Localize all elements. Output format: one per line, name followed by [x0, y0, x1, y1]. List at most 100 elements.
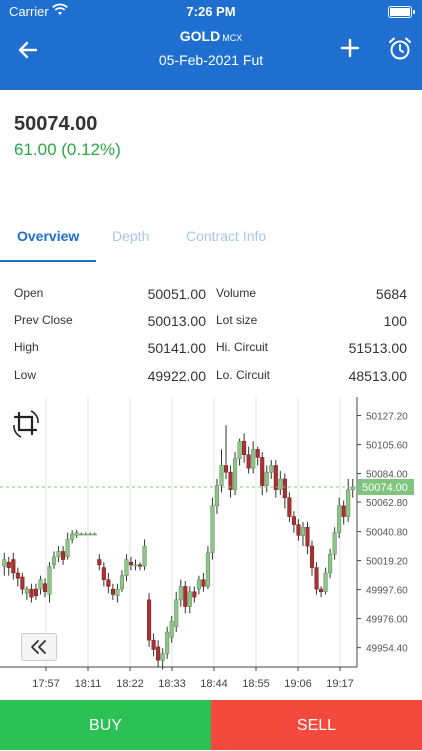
stat-value: 48513.00	[348, 368, 407, 384]
status-bar: Carrier 7:26 PM	[0, 0, 422, 24]
tab-contract-info[interactable]: Contract Info	[186, 228, 266, 244]
tab-overview[interactable]: Overview	[17, 228, 79, 244]
tab-depth[interactable]: Depth	[112, 228, 149, 244]
last-price-label: 50074.00	[362, 482, 408, 494]
y-tick-label: 49976.00	[366, 615, 408, 626]
candle-body	[51, 556, 57, 566]
stat-label: Lo. Circuit	[216, 368, 271, 382]
sell-button[interactable]: SELL	[211, 700, 422, 750]
candle-body	[269, 465, 274, 473]
candle-body	[15, 572, 20, 579]
stat-value: 50051.00	[147, 286, 206, 302]
y-tick-label: 50127.20	[366, 412, 408, 423]
candle-body	[210, 505, 215, 554]
y-tick-label: 49954.40	[366, 644, 408, 655]
crop-rotate-icon[interactable]	[10, 408, 42, 440]
candle-body	[65, 539, 70, 558]
app-header: Carrier 7:26 PM GOLD MCX 05-Feb-2021 Fut	[0, 0, 422, 90]
candle-body	[309, 545, 315, 568]
stats-row: Low 49922.00 Lo. Circuit 48513.00	[0, 362, 422, 390]
stat-label: Lot size	[216, 313, 258, 327]
candle-body	[137, 564, 143, 567]
candle-body	[260, 457, 265, 486]
x-tick-label: 18:33	[158, 678, 186, 690]
battery-icon	[388, 6, 415, 18]
stat-label: Volume	[216, 286, 257, 300]
candle-body	[287, 497, 292, 517]
status-time: 7:26 PM	[186, 4, 236, 19]
candle-body	[255, 449, 260, 458]
x-tick-label: 19:17	[326, 678, 354, 690]
candle-body	[119, 575, 124, 590]
y-tick-label: 50062.80	[366, 498, 408, 509]
candle-body	[29, 588, 34, 598]
candle-body	[251, 449, 256, 469]
exchange-name: MCX	[222, 33, 243, 43]
candle-body	[61, 551, 66, 560]
candle-body	[156, 646, 161, 661]
candle-body	[328, 553, 333, 574]
add-icon[interactable]	[338, 36, 362, 60]
candle-body	[296, 524, 301, 536]
stat-value: 49922.00	[147, 368, 206, 384]
x-tick-label: 18:44	[200, 678, 228, 690]
candle-body	[223, 465, 229, 473]
x-tick-label: 18:11	[75, 678, 102, 690]
candle-body	[201, 579, 206, 587]
candle-body	[187, 591, 192, 607]
candle-body	[314, 567, 319, 590]
candle-body	[2, 559, 7, 567]
candle-body	[264, 471, 269, 486]
candle-body	[74, 532, 79, 536]
candle-body	[42, 583, 48, 593]
candle-body	[11, 559, 16, 574]
candle-body	[124, 559, 129, 576]
candle-body	[56, 551, 61, 558]
candle-body	[174, 599, 179, 627]
candle-body	[219, 465, 224, 486]
stats-row: Open 50051.00 Volume 5684	[0, 280, 422, 308]
candle-body	[192, 591, 197, 598]
candle-body	[291, 516, 296, 525]
candle-body	[33, 588, 38, 597]
tab-bar: Overview Depth Contract Info	[0, 228, 422, 262]
candle-body	[237, 441, 242, 460]
candle-body	[101, 567, 106, 580]
candle-body	[47, 565, 52, 595]
candle-body	[110, 588, 115, 595]
candle-body	[305, 527, 310, 547]
candle-body	[196, 579, 201, 590]
candle-body	[20, 576, 25, 590]
y-tick-label: 50019.20	[366, 557, 408, 568]
candle-body	[323, 572, 328, 593]
candle-body	[337, 505, 342, 533]
y-tick-label: 49997.60	[366, 586, 408, 597]
candle-body	[205, 552, 210, 587]
stat-label: Hi. Circuit	[216, 340, 269, 354]
collapse-chart-button[interactable]	[21, 633, 57, 661]
stat-value: 100	[383, 313, 407, 329]
candle-body	[133, 564, 138, 567]
symbol-name: GOLD	[179, 28, 221, 44]
candle-body	[332, 532, 337, 555]
last-price: 50074.00	[14, 113, 98, 135]
alarm-clock-icon[interactable]	[387, 36, 413, 62]
candle-body	[160, 653, 165, 661]
buy-label: BUY	[89, 717, 122, 734]
stat-value: 50013.00	[147, 313, 206, 329]
candle-body	[70, 533, 75, 540]
candle-body	[115, 588, 120, 597]
candle-body	[169, 621, 174, 638]
buy-button[interactable]: BUY	[0, 700, 211, 750]
candle-body	[83, 533, 88, 536]
y-tick-label: 50105.60	[366, 441, 408, 452]
candle-body	[97, 559, 102, 566]
candle-body	[300, 527, 306, 536]
candlestick-chart[interactable]: 50127.20 50105.60 50084.00 50062.80 50040.80…	[0, 397, 422, 700]
candle-body	[233, 458, 238, 490]
candle-body	[24, 588, 29, 594]
candle-body	[178, 586, 183, 601]
candle-body	[273, 465, 278, 490]
candle-body	[341, 505, 346, 517]
candle-body	[38, 579, 43, 590]
